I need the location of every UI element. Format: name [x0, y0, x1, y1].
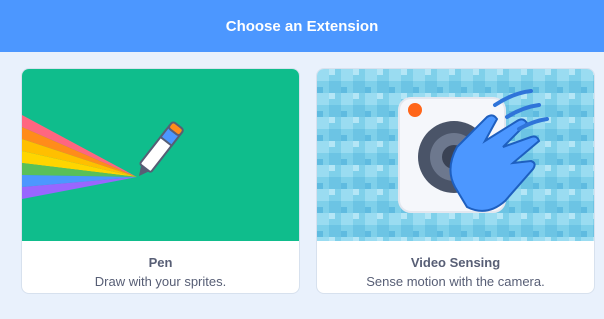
extension-card-pen[interactable]: Pen Draw with your sprites. [21, 68, 300, 294]
modal-title: Choose an Extension [225, 17, 379, 35]
extension-title: Video Sensing [410, 255, 501, 270]
extension-description: Draw with your sprites. [94, 274, 227, 289]
extension-card-video-sensing[interactable]: Video Sensing Sense motion with the came… [316, 68, 595, 294]
extension-description: Sense motion with the camera. [366, 274, 545, 289]
modal-header: Choose an Extension [0, 0, 604, 52]
extension-library-grid: Pen Draw with your sprites. Video Sensin… [0, 52, 604, 319]
video-sensing-extension-image [317, 69, 594, 241]
extension-title: Pen [148, 255, 173, 270]
pen-extension-image [22, 69, 299, 241]
